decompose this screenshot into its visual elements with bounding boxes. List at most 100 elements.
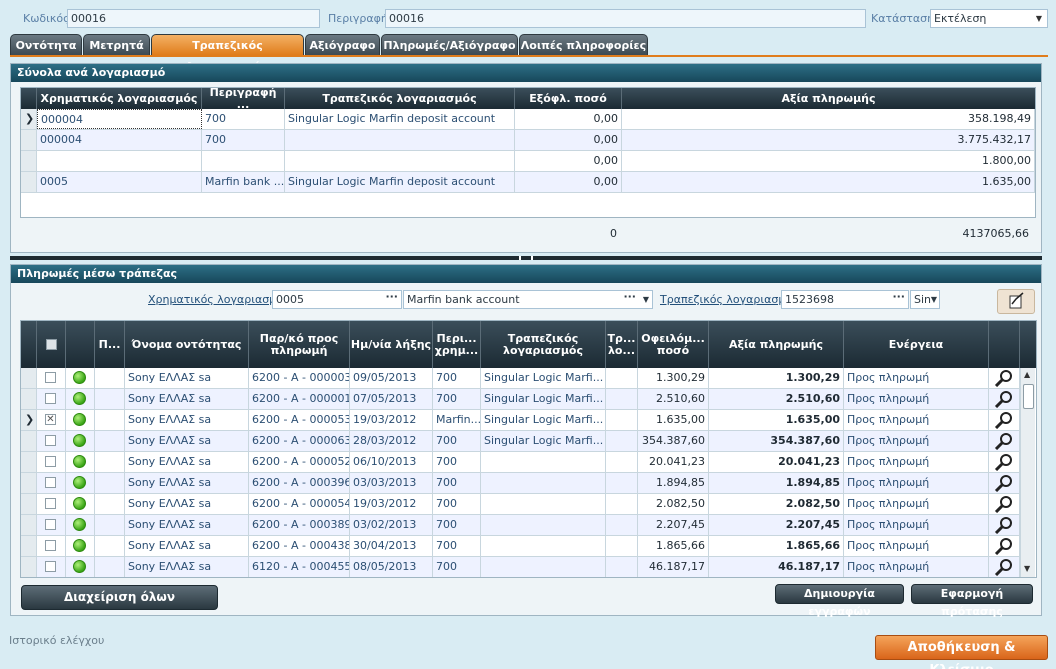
owed-amount-cell[interactable]: 1.635,00 xyxy=(638,410,709,430)
p-cell[interactable] xyxy=(95,473,125,493)
payment-value-cell[interactable]: 1.800,00 xyxy=(622,151,1035,171)
payments-header-bank-short[interactable]: Τρ... λο... xyxy=(606,321,638,368)
due-date-cell[interactable]: 19/03/2012 xyxy=(350,410,433,430)
action-cell[interactable]: Προς πληρωμή xyxy=(844,431,989,451)
due-date-cell[interactable]: 03/03/2013 xyxy=(350,473,433,493)
owed-amount-cell[interactable]: 46.187,17 xyxy=(638,557,709,577)
select-cell[interactable] xyxy=(37,515,66,535)
row-checkbox[interactable] xyxy=(45,561,56,572)
manage-all-button[interactable]: Διαχείριση όλων xyxy=(21,585,218,610)
owed-amount-cell[interactable]: 1.865,66 xyxy=(638,536,709,556)
entity-name-cell[interactable]: Sony ΕΛΛΑΣ sa xyxy=(125,557,249,577)
lookup-cell[interactable] xyxy=(989,431,1020,451)
bank-account-cell[interactable] xyxy=(481,515,606,535)
tab-cash[interactable]: Μετρητά xyxy=(83,34,150,55)
row-checkbox[interactable] xyxy=(45,435,56,446)
due-date-cell[interactable]: 19/03/2012 xyxy=(350,494,433,514)
action-cell[interactable]: Προς πληρωμή xyxy=(844,410,989,430)
payment-value-cell[interactable]: 3.775.432,17 xyxy=(622,130,1035,150)
payment-value-cell[interactable]: 1.300,29 xyxy=(709,368,844,388)
row-selector[interactable] xyxy=(21,431,37,451)
lookup-cell[interactable] xyxy=(989,536,1020,556)
p-cell[interactable] xyxy=(95,368,125,388)
action-cell[interactable]: Προς πληρωμή xyxy=(844,515,989,535)
totals-header-payment-value[interactable]: Αξία πληρωμής xyxy=(622,88,1035,109)
bank-short-cell[interactable] xyxy=(606,536,638,556)
document-cell[interactable]: 6120 - A - 000455 xyxy=(249,557,350,577)
totals-row[interactable]: ❯ 000004 700 Singular Logic Marfin deposit … xyxy=(21,109,1035,130)
money-desc-cell[interactable]: 700 xyxy=(433,557,481,577)
totals-header-description[interactable]: Περιγραφή ... xyxy=(202,88,285,109)
tab-securities[interactable]: Αξιόγραφο xyxy=(305,34,380,55)
payment-row[interactable]: Sony ΕΛΛΑΣ sa 6200 - A - 000389 03/02/2013… xyxy=(21,515,1020,536)
row-pointer-icon[interactable]: ❯ xyxy=(21,109,37,129)
payment-value-cell[interactable]: 2.510,60 xyxy=(709,389,844,409)
magnifier-icon[interactable] xyxy=(994,495,1014,513)
bank-short-cell[interactable] xyxy=(606,494,638,514)
p-cell[interactable] xyxy=(95,410,125,430)
due-date-cell[interactable]: 06/10/2013 xyxy=(350,452,433,472)
document-cell[interactable]: 6200 - A - 000389 xyxy=(249,515,350,535)
select-all-checkbox[interactable] xyxy=(45,339,57,350)
payment-row[interactable]: Sony ΕΛΛΑΣ sa 6200 - A - 000438 30/04/2013… xyxy=(21,536,1020,557)
audit-history-label[interactable]: Ιστορικό ελέγχου xyxy=(9,634,104,647)
money-desc-cell[interactable]: 700 xyxy=(433,389,481,409)
bank-account-cell[interactable]: Singular Logic Marfi... xyxy=(481,368,606,388)
bank-account-cell[interactable] xyxy=(285,130,515,150)
payment-value-cell[interactable]: 2.082,50 xyxy=(709,494,844,514)
p-cell[interactable] xyxy=(95,389,125,409)
money-desc-cell[interactable]: 700 xyxy=(433,515,481,535)
payment-row[interactable]: ❯ ✕ Sony ΕΛΛΑΣ sa 6200 - A - 000053 19/03/20… xyxy=(21,410,1020,431)
document-cell[interactable]: 6200 - A - 000003 xyxy=(249,368,350,388)
select-proposal-button[interactable] xyxy=(997,289,1035,314)
magnifier-icon[interactable] xyxy=(994,516,1014,534)
create-records-button[interactable]: Δημιουργία εγγραφών xyxy=(775,584,904,618)
select-cell[interactable] xyxy=(37,368,66,388)
document-cell[interactable]: 6200 - A - 000438 xyxy=(249,536,350,556)
magnifier-icon[interactable] xyxy=(994,411,1014,429)
bank-account-extra-field[interactable]: Sin ▼ xyxy=(910,290,940,309)
row-checkbox[interactable] xyxy=(45,456,56,467)
magnifier-icon[interactable] xyxy=(994,453,1014,471)
tab-other-info[interactable]: Λοιπές πληροφορίες xyxy=(519,34,648,55)
payments-header-entity-name[interactable]: Όνομα οντότητας xyxy=(125,321,249,368)
entity-name-cell[interactable]: Sony ΕΛΛΑΣ sa xyxy=(125,410,249,430)
save-close-button[interactable]: Αποθήκευση & Κλείσιμο xyxy=(875,635,1048,669)
lookup-cell[interactable] xyxy=(989,452,1020,472)
description-cell[interactable]: 700 xyxy=(202,109,285,129)
bank-short-cell[interactable] xyxy=(606,368,638,388)
select-cell[interactable] xyxy=(37,452,66,472)
bank-account-cell[interactable] xyxy=(481,557,606,577)
payment-row[interactable]: Sony ΕΛΛΑΣ sa 6200 - A - 000001 07/05/2013… xyxy=(21,389,1020,410)
payment-value-cell[interactable]: 358.198,49 xyxy=(622,109,1035,129)
money-account-cell[interactable]: 000004 xyxy=(37,130,202,150)
entity-name-cell[interactable]: Sony ΕΛΛΑΣ sa xyxy=(125,536,249,556)
lookup-cell[interactable] xyxy=(989,494,1020,514)
totals-row[interactable]: 0005 Marfin bank ... Singular Logic Marfin… xyxy=(21,172,1035,193)
scrollbar-thumb[interactable] xyxy=(1023,384,1034,409)
entity-name-cell[interactable]: Sony ΕΛΛΑΣ sa xyxy=(125,473,249,493)
bank-account-cell[interactable]: Singular Logic Marfi... xyxy=(481,431,606,451)
row-checkbox[interactable] xyxy=(45,498,56,509)
payment-row[interactable]: Sony ΕΛΛΑΣ sa 6200 - A - 000396 03/03/2013… xyxy=(21,473,1020,494)
action-cell[interactable]: Προς πληρωμή xyxy=(844,536,989,556)
document-cell[interactable]: 6200 - A - 000001 xyxy=(249,389,350,409)
money-account-cell[interactable] xyxy=(37,151,202,171)
action-cell[interactable]: Προς πληρωμή xyxy=(844,473,989,493)
description-cell[interactable] xyxy=(202,151,285,171)
code-field[interactable]: 00016 xyxy=(67,9,320,28)
row-selector[interactable] xyxy=(21,452,37,472)
action-cell[interactable]: Προς πληρωμή xyxy=(844,389,989,409)
select-cell[interactable] xyxy=(37,473,66,493)
bank-short-cell[interactable] xyxy=(606,389,638,409)
entity-name-cell[interactable]: Sony ΕΛΛΑΣ sa xyxy=(125,389,249,409)
document-cell[interactable]: 6200 - A - 000054 xyxy=(249,494,350,514)
row-selector[interactable] xyxy=(21,494,37,514)
select-cell[interactable] xyxy=(37,389,66,409)
row-selector[interactable] xyxy=(21,473,37,493)
p-cell[interactable] xyxy=(95,431,125,451)
money-desc-cell[interactable]: 700 xyxy=(433,431,481,451)
document-cell[interactable]: 6200 - A - 000063 xyxy=(249,431,350,451)
row-checkbox[interactable]: ✕ xyxy=(45,414,56,425)
payments-header-select-all[interactable] xyxy=(37,321,66,368)
